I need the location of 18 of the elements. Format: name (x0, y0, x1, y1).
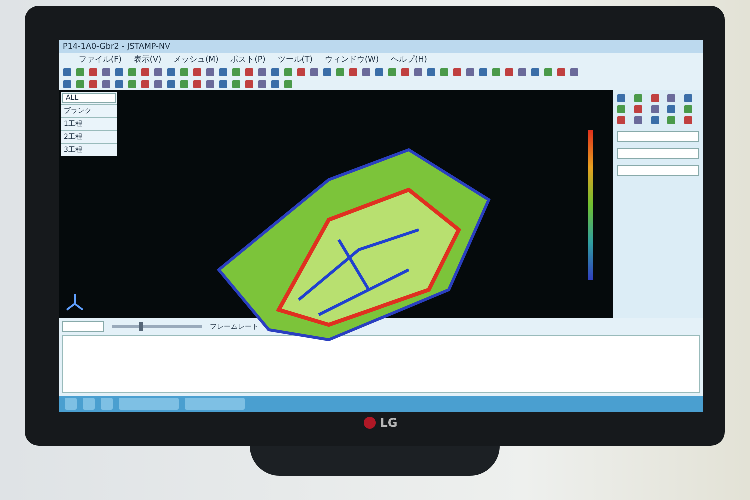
menu-item[interactable]: ヘルプ(H) (391, 54, 428, 65)
axis-triad-icon (65, 292, 85, 312)
slider-track[interactable] (112, 325, 202, 328)
menu-item[interactable]: 表示(V) (134, 54, 162, 65)
window-title: P14-1A0-Gbr2 - JSTAMP-NV (59, 40, 703, 53)
start-button[interactable] (65, 398, 77, 410)
logo-icon (364, 417, 376, 429)
menu-item[interactable]: メッシュ(M) (174, 54, 219, 65)
brand-label: LG (380, 416, 398, 430)
menu-item[interactable]: ファイル(F) (79, 54, 122, 65)
slider-thumb[interactable] (139, 322, 143, 331)
dropdown-field[interactable] (617, 165, 699, 176)
menu-item[interactable]: ウィンドウ(W) (324, 54, 380, 65)
menu-item[interactable]: ツール(T) (278, 54, 313, 65)
dropdown-field[interactable] (617, 131, 699, 142)
input-field[interactable] (617, 148, 699, 159)
menu-item[interactable]: ポスト(P) (230, 54, 266, 65)
dropdown-field[interactable] (62, 321, 104, 332)
